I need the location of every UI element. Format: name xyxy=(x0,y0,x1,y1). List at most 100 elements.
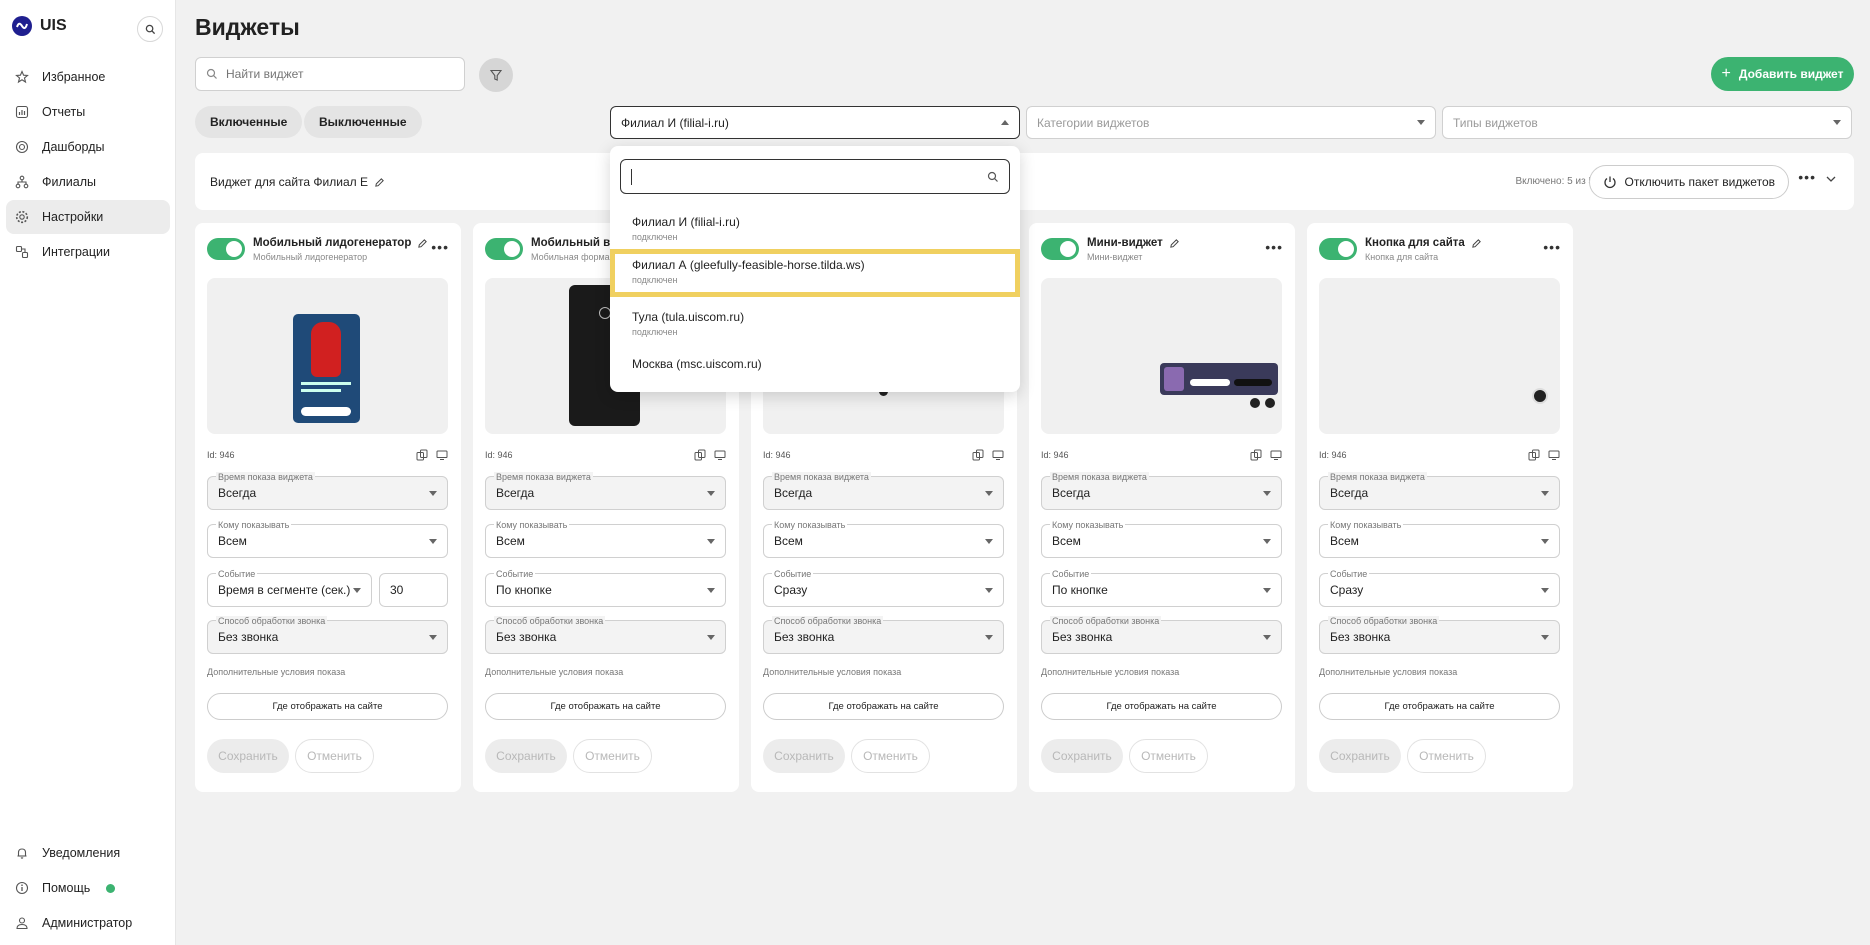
desktop-icon[interactable] xyxy=(436,449,448,461)
event-value: Время в сегменте (сек.) xyxy=(218,583,351,597)
cancel-button[interactable]: Отменить xyxy=(295,739,374,773)
pencil-icon[interactable] xyxy=(1169,238,1180,249)
sidebar-item-admin[interactable]: Администратор xyxy=(6,906,170,940)
copy-icon[interactable] xyxy=(972,449,984,461)
where-to-show-button[interactable]: Где отображать на сайте xyxy=(485,693,726,720)
gear-icon xyxy=(14,209,30,225)
chevron-down-icon[interactable] xyxy=(1826,172,1836,186)
pencil-icon[interactable] xyxy=(1471,238,1482,249)
sidebar-item-label: Отчеты xyxy=(42,105,86,119)
cancel-button[interactable]: Отменить xyxy=(851,739,930,773)
more-icon[interactable]: ••• xyxy=(1798,169,1816,185)
online-status-dot xyxy=(106,883,116,893)
disable-package-button[interactable]: Отключить пакет виджетов xyxy=(1588,165,1789,199)
types-placeholder: Типы виджетов xyxy=(1453,115,1538,130)
chevron-down-icon xyxy=(1541,538,1549,544)
extra-conditions-label: Дополнительные условия показа xyxy=(763,667,902,677)
logo[interactable]: UIS xyxy=(12,16,67,36)
dropdown-option[interactable]: Филиал И (filial-i.ru) подключен xyxy=(610,206,1020,252)
sidebar-item-notifications[interactable]: Уведомления xyxy=(6,836,170,870)
where-to-show-label: Где отображать на сайте xyxy=(550,701,661,712)
desktop-icon[interactable] xyxy=(992,449,1004,461)
dropdown-option-highlighted[interactable]: Филиал А (gleefully-feasible-horse.tilda… xyxy=(610,249,1020,297)
sidebar-item-favorites[interactable]: Избранное xyxy=(6,60,170,94)
more-icon[interactable]: ••• xyxy=(1265,239,1283,255)
widget-enabled-toggle[interactable] xyxy=(1319,238,1357,260)
event-value: Сразу xyxy=(774,583,808,597)
save-label: Сохранить xyxy=(774,749,834,763)
save-button[interactable]: Сохранить xyxy=(763,739,845,773)
widget-title-text: Мобильный лидогенератор xyxy=(253,237,412,249)
desktop-icon[interactable] xyxy=(1270,449,1282,461)
widget-subtitle: Мобильная форма xyxy=(531,252,610,262)
copy-icon[interactable] xyxy=(1528,449,1540,461)
widget-enabled-toggle[interactable] xyxy=(485,238,523,260)
save-button[interactable]: Сохранить xyxy=(1041,739,1123,773)
types-select[interactable]: Типы виджетов xyxy=(1442,106,1852,139)
categories-select[interactable]: Категории виджетов xyxy=(1026,106,1436,139)
widget-preview xyxy=(207,278,448,434)
desktop-icon[interactable] xyxy=(714,449,726,461)
widget-id-row: Id: 946 xyxy=(1041,449,1282,461)
chevron-down-icon xyxy=(707,538,715,544)
widget-search[interactable] xyxy=(195,57,465,91)
chevron-down-icon xyxy=(429,538,437,544)
filter-disabled[interactable]: Выключенные xyxy=(304,106,422,138)
sidebar-item-dashboards[interactable]: Дашборды xyxy=(6,130,170,164)
chevron-down-icon xyxy=(1263,587,1271,593)
filter-button[interactable] xyxy=(479,58,513,92)
show-time-value: Всегда xyxy=(1052,486,1091,500)
where-to-show-button[interactable]: Где отображать на сайте xyxy=(1319,693,1560,720)
where-to-show-button[interactable]: Где отображать на сайте xyxy=(207,693,448,720)
desktop-icon[interactable] xyxy=(1548,449,1560,461)
pencil-icon[interactable] xyxy=(417,238,428,249)
show-time-value: Всегда xyxy=(774,486,813,500)
sidebar-item-help[interactable]: Помощь xyxy=(6,871,170,905)
show-time-value: Всегда xyxy=(496,486,535,500)
more-icon[interactable]: ••• xyxy=(1543,239,1561,255)
more-icon[interactable]: ••• xyxy=(431,239,449,255)
sidebar-item-reports[interactable]: Отчеты xyxy=(6,95,170,129)
save-button[interactable]: Сохранить xyxy=(485,739,567,773)
widget-title: Мобильный лидогенератор xyxy=(253,237,428,249)
event-seconds-input[interactable]: 30 xyxy=(379,573,448,607)
widget-id-row: Id: 946 xyxy=(485,449,726,461)
chevron-down-icon xyxy=(1417,120,1425,125)
chevron-down-icon xyxy=(1541,634,1549,640)
save-button[interactable]: Сохранить xyxy=(1319,739,1401,773)
copy-icon[interactable] xyxy=(1250,449,1262,461)
show-to-label: Кому показывать xyxy=(216,520,292,530)
widget-enabled-toggle[interactable] xyxy=(1041,238,1079,260)
site-name-text: Виджет для сайта Филиал Е xyxy=(210,175,368,189)
extra-conditions-label: Дополнительные условия показа xyxy=(1319,667,1458,677)
site-select[interactable]: Филиал И (filial-i.ru) xyxy=(610,106,1020,139)
widget-enabled-toggle[interactable] xyxy=(207,238,245,260)
cancel-button[interactable]: Отменить xyxy=(1407,739,1486,773)
option-name: Москва (msc.uiscom.ru) xyxy=(632,357,762,371)
site-widget-bar: Виджет для сайта Филиал Е Включено: 5 из… xyxy=(195,153,1854,210)
where-to-show-label: Где отображать на сайте xyxy=(1384,701,1495,712)
save-button[interactable]: Сохранить xyxy=(207,739,289,773)
sidebar-item-branches[interactable]: Филиалы xyxy=(6,165,170,199)
dropdown-search-input[interactable] xyxy=(620,159,1010,194)
preview-site-button xyxy=(1532,388,1548,404)
copy-icon[interactable] xyxy=(416,449,428,461)
cancel-label: Отменить xyxy=(307,749,362,763)
sidebar-search-button[interactable] xyxy=(137,16,163,42)
save-label: Сохранить xyxy=(1052,749,1112,763)
dropdown-option[interactable]: Москва (msc.uiscom.ru) xyxy=(610,348,1020,394)
extra-conditions-label: Дополнительные условия показа xyxy=(207,667,346,677)
sidebar-item-integrations[interactable]: Интеграции xyxy=(6,235,170,269)
filter-enabled[interactable]: Включенные xyxy=(195,106,303,138)
sidebar-item-settings[interactable]: Настройки xyxy=(6,200,170,234)
search-input[interactable] xyxy=(226,67,446,81)
page-title: Виджеты xyxy=(195,14,300,40)
where-to-show-button[interactable]: Где отображать на сайте xyxy=(763,693,1004,720)
copy-icon[interactable] xyxy=(694,449,706,461)
add-widget-button[interactable]: + Добавить виджет xyxy=(1711,57,1854,91)
dropdown-option[interactable]: Тула (tula.uiscom.ru) подключен xyxy=(610,301,1020,347)
cancel-button[interactable]: Отменить xyxy=(573,739,652,773)
cancel-button[interactable]: Отменить xyxy=(1129,739,1208,773)
pencil-icon[interactable] xyxy=(374,177,385,188)
where-to-show-button[interactable]: Где отображать на сайте xyxy=(1041,693,1282,720)
